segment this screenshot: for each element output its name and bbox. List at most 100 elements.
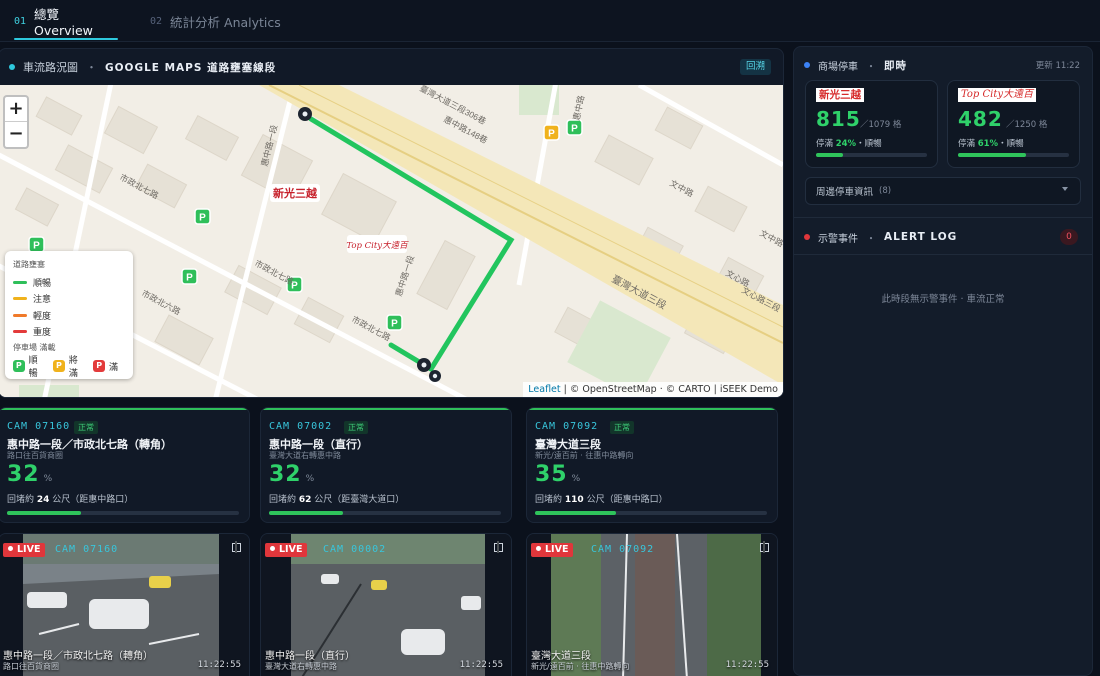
live-badge: LIVE xyxy=(265,543,308,557)
leaflet-link[interactable]: Leaflet xyxy=(528,384,560,395)
expand-icon[interactable] xyxy=(494,541,503,553)
camera-id: CAM 07160 xyxy=(55,544,119,555)
side-panel: 商場停車 ・ 即時 更新 11:22 新光三越 815 ／1079 格 停滿 2… xyxy=(793,46,1093,676)
alert-dot-icon xyxy=(804,234,810,240)
svg-text:P: P xyxy=(391,319,398,330)
camera-direction: 新光/遠百前 · 往惠中路轉向 xyxy=(531,662,630,671)
top-nav: 01 總覽 Overview 02 統計分析 Analytics xyxy=(0,0,1100,42)
camera-card[interactable]: CAM 07002 正常 惠中路一段（直行） 臺灣大道右轉惠中路 32% 回堵約… xyxy=(260,407,512,523)
alert-subtitle: ALERT LOG xyxy=(884,231,958,243)
camera-id: CAM 07092 xyxy=(591,544,655,555)
live-feed[interactable]: LIVE CAM 07092 臺灣大道三段 新光/遠百前 · 往惠中路轉向 11… xyxy=(526,533,778,676)
legend-parking-title: 停車場 滿載 xyxy=(13,343,56,352)
title-separator: ・ xyxy=(86,61,97,74)
map-canvas[interactable]: P P P P P P P 市政北七路 惠中路一段 臺灣大道三段 市政北七路 市… xyxy=(0,85,783,397)
alert-header: 示警事件 ・ ALERT LOG 0 xyxy=(804,229,1082,245)
queue-length: 回堵約 62 公尺（距臺灣大道口） xyxy=(269,495,405,505)
expand-icon[interactable] xyxy=(760,541,769,553)
chevron-down-icon xyxy=(1062,187,1068,191)
svg-text:P: P xyxy=(33,241,40,252)
parking-total: ／1250 格 xyxy=(1006,120,1048,130)
svg-text:P: P xyxy=(199,213,206,224)
parking-bar xyxy=(958,153,1069,157)
panel-title: 車流路況圖 xyxy=(23,61,78,74)
camera-direction: 新光/遠百前 · 往惠中路轉向 xyxy=(535,451,634,460)
tab-overview[interactable]: 01 總覽 Overview xyxy=(14,0,118,42)
legend-item: 順暢 xyxy=(13,274,125,291)
camera-direction: 路口往百貨商圈 xyxy=(3,662,59,671)
tab-analytics[interactable]: 02 統計分析 Analytics xyxy=(150,0,281,42)
camera-direction: 路口往百貨商圈 xyxy=(7,451,63,460)
nearby-parking-label: 周邊停車資訊 xyxy=(816,187,874,198)
shinkong-logo: 新光三越 xyxy=(816,88,864,102)
parking-icon: P xyxy=(93,360,105,372)
status-badge: 正常 xyxy=(74,421,98,434)
camera-id: CAM 07092 xyxy=(535,421,599,432)
live-feed[interactable]: LIVE CAM 07160 惠中路一段／市政北七路（轉角） 路口往百貨商圈 1… xyxy=(0,533,250,676)
svg-text:P: P xyxy=(548,129,555,140)
camera-road: 惠中路一段／市政北七路（轉角） xyxy=(3,651,153,662)
traffic-map-panel: 車流路況圖 ・ GOOGLE MAPS 道路壅塞線段 回溯 P P P P P … xyxy=(0,48,784,398)
tab-number: 01 xyxy=(14,15,27,27)
live-badge: LIVE xyxy=(3,543,46,557)
shinkong-map-label: 新光三越 xyxy=(273,186,318,200)
congestion-bar xyxy=(7,511,239,515)
timestamp: 11:22:55 xyxy=(725,660,769,670)
title-separator: ・ xyxy=(866,233,876,245)
camera-card[interactable]: CAM 07092 正常 臺灣大道三段 新光/遠百前 · 往惠中路轉向 35% … xyxy=(526,407,778,523)
parking-title: 商場停車 xyxy=(818,61,858,73)
live-feed[interactable]: LIVE CAM 00002 惠中路一段（直行） 臺灣大道右轉惠中路 11:22… xyxy=(260,533,512,676)
map-legend: 道路壅塞 順暢 注意 輕度 重度 停車場 滿載 P 順暢 P 將滿 P滿 xyxy=(5,251,133,379)
congestion-percent: 35% xyxy=(535,462,582,487)
legend-parking-row: P 順暢 P 將滿 P滿 xyxy=(13,356,125,379)
parking-lot-card[interactable]: 新光三越 815 ／1079 格 停滿 24%・順暢 xyxy=(805,80,938,168)
camera-card[interactable]: CAM 07160 正常 惠中路一段／市政北七路（轉角） 路口往百貨商圈 32%… xyxy=(0,407,250,523)
parking-total: ／1079 格 xyxy=(860,120,902,130)
status-badge: 正常 xyxy=(344,421,368,434)
timestamp: 11:22:55 xyxy=(197,660,241,670)
parking-bar xyxy=(816,153,927,157)
parking-full-rate: 停滿 61%・順暢 xyxy=(958,139,1024,149)
zoom-in-button[interactable]: + xyxy=(5,97,27,122)
expand-icon[interactable] xyxy=(232,541,241,553)
zoom-out-button[interactable]: − xyxy=(5,122,27,147)
divider xyxy=(794,217,1092,218)
queue-length: 回堵約 110 公尺（距惠中路口） xyxy=(535,495,668,505)
nearby-parking-dropdown[interactable]: 周邊停車資訊 (8) xyxy=(805,177,1081,205)
status-dot-icon xyxy=(9,64,15,70)
congestion-bar xyxy=(269,511,501,515)
svg-text:P: P xyxy=(571,124,578,135)
divider xyxy=(794,254,1092,255)
parking-icon: P xyxy=(53,360,65,372)
update-time: 更新 11:22 xyxy=(1035,61,1080,71)
camera-id: CAM 00002 xyxy=(323,544,387,555)
status-badge: 正常 xyxy=(610,421,634,434)
replay-button[interactable]: 回溯 xyxy=(739,59,771,75)
camera-id: CAM 07160 xyxy=(7,421,71,432)
alert-title: 示警事件 xyxy=(818,233,858,245)
alert-count-badge: 0 xyxy=(1060,229,1078,245)
congestion-bar xyxy=(535,511,767,515)
topcity-logo: Top City大遠百 xyxy=(958,88,1037,102)
tab-label: 總覽 Overview xyxy=(34,7,93,38)
tab-number: 02 xyxy=(150,15,163,27)
parking-count: 815 xyxy=(816,107,861,131)
camera-id: CAM 07002 xyxy=(269,421,333,432)
parking-lot-card[interactable]: Top City大遠百 482 ／1250 格 停滿 61%・順暢 xyxy=(947,80,1080,168)
panel-header: 車流路況圖 ・ GOOGLE MAPS 道路壅塞線段 回溯 xyxy=(0,49,783,85)
camera-direction: 臺灣大道右轉惠中路 xyxy=(269,451,341,460)
parking-mode: 即時 xyxy=(884,59,907,72)
camera-road: 臺灣大道三段 xyxy=(531,651,591,662)
svg-text:P: P xyxy=(186,273,193,284)
legend-item: 重度 xyxy=(13,324,125,341)
parking-full-rate: 停滿 24%・順暢 xyxy=(816,139,882,149)
legend-item: 輕度 xyxy=(13,307,125,324)
parking-count: 482 xyxy=(958,107,1003,131)
congestion-percent: 32% xyxy=(269,462,316,487)
topcity-map-label: Top City大遠百 xyxy=(346,240,409,251)
camera-road: 惠中路一段（直行） xyxy=(265,651,355,662)
nearby-parking-count: (8) xyxy=(879,186,892,196)
status-dot-icon xyxy=(804,62,810,68)
map-attribution: Leaflet | © OpenStreetMap · © CARTO | iS… xyxy=(523,382,783,397)
parking-header: 商場停車 ・ 即時 更新 11:22 xyxy=(804,57,1082,73)
